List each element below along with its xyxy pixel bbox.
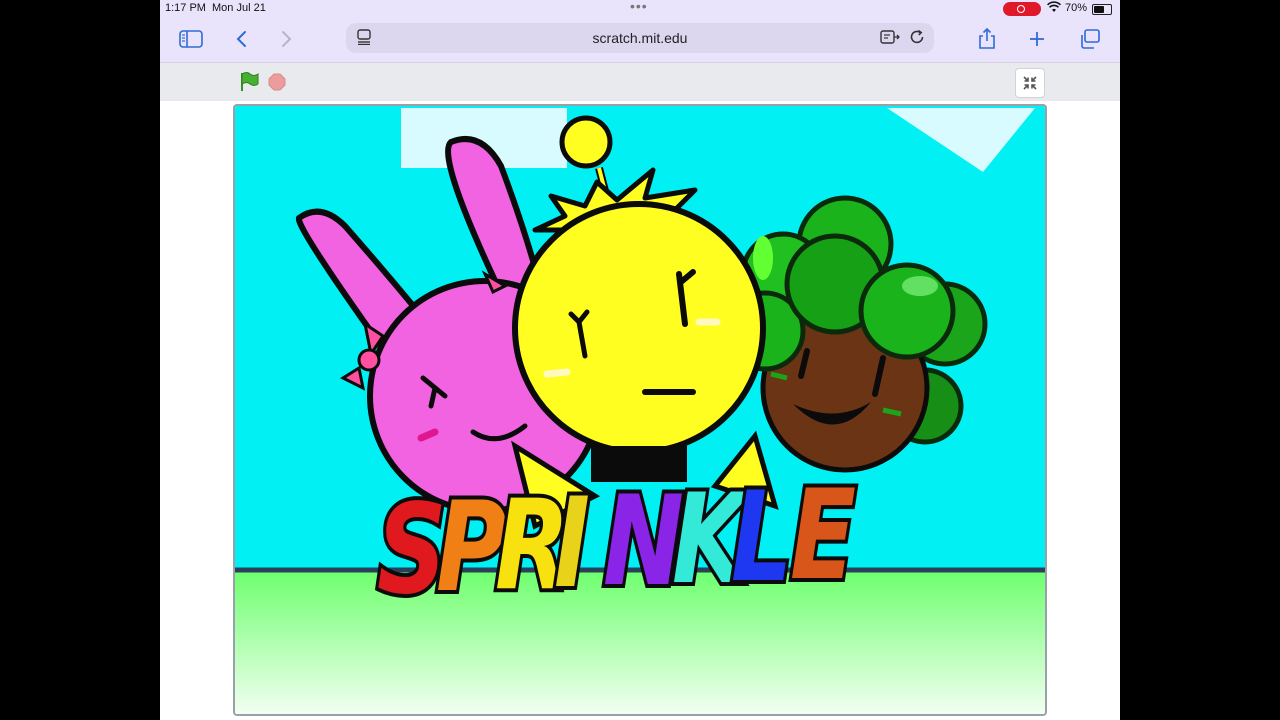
sprinkle-title: SPRI NKLE	[373, 461, 859, 626]
chevron-right-icon[interactable]	[274, 26, 300, 52]
reload-icon[interactable]	[908, 28, 926, 51]
multitasking-dots-icon[interactable]: •••	[630, 0, 648, 14]
chevron-left-icon[interactable]	[228, 26, 254, 52]
safari-toolbar: scratch.mit.edu	[160, 18, 1120, 63]
scratch-stage[interactable]: SPRINKLE	[233, 104, 1047, 716]
title-letter: E	[790, 464, 856, 608]
url-text: scratch.mit.edu	[592, 30, 688, 46]
stage-artwork: SPRI NKLE	[235, 106, 1045, 714]
battery-level	[1094, 6, 1104, 13]
battery-percent: 70%	[1065, 2, 1088, 14]
title-letter: L	[731, 466, 793, 610]
reader-icon[interactable]	[880, 29, 900, 47]
ipad-screen: 1:17 PM Mon Jul 21 ••• 70% scratch.mit.e…	[160, 0, 1120, 720]
screen-recording-icon[interactable]	[1003, 2, 1041, 16]
green-flag-icon[interactable]	[238, 71, 260, 93]
sidebar-icon[interactable]	[178, 26, 204, 52]
status-bar: 1:17 PM Mon Jul 21 ••• 70%	[160, 0, 1120, 18]
scratch-player-controls	[160, 63, 1120, 101]
status-date: Mon Jul 21	[212, 2, 266, 14]
battery-icon	[1092, 4, 1112, 15]
status-time: 1:17 PM	[165, 2, 206, 14]
stop-icon[interactable]	[268, 73, 286, 91]
plus-icon[interactable]	[1024, 26, 1050, 52]
title-letter: I	[554, 472, 590, 616]
wifi-icon	[1047, 1, 1061, 16]
tabs-icon[interactable]	[1077, 26, 1103, 52]
address-bar[interactable]: scratch.mit.edu	[346, 23, 934, 53]
share-icon[interactable]	[974, 26, 1000, 52]
exit-fullscreen-icon[interactable]	[1015, 68, 1045, 98]
